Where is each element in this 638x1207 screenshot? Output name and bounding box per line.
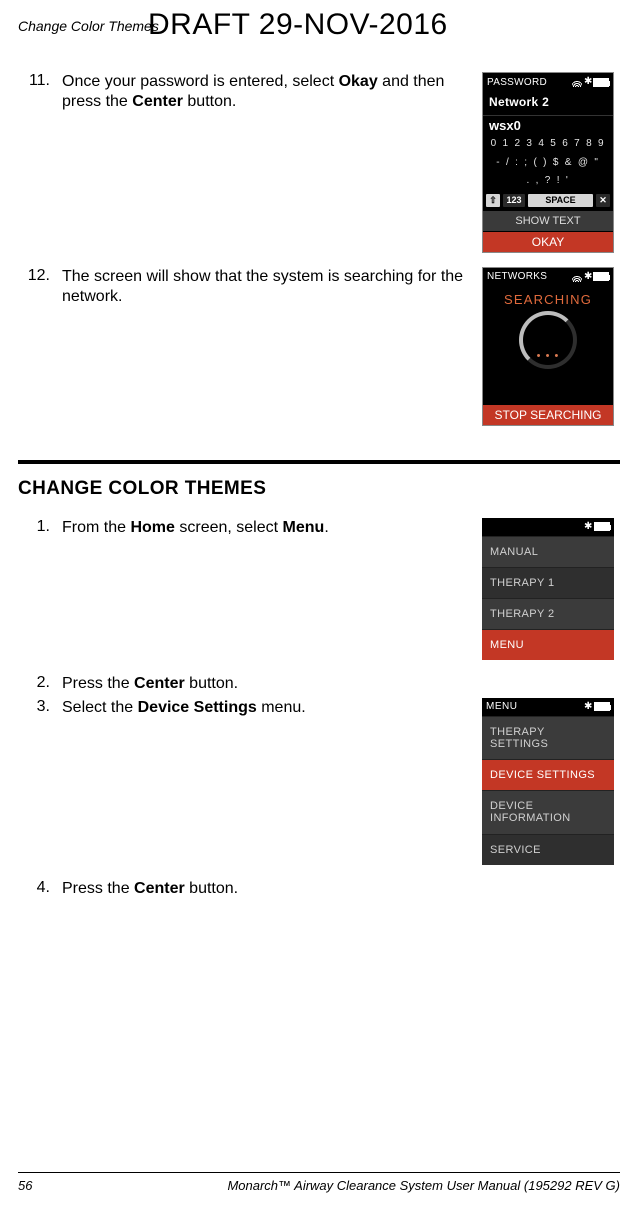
status-bar: ✱	[482, 518, 614, 536]
network-label: Network 2	[483, 91, 613, 115]
battery-icon	[593, 272, 609, 281]
t: Center	[134, 880, 185, 897]
menu-item-device-information: DEVICE INFORMATION	[482, 790, 614, 834]
t: Center	[132, 93, 183, 110]
bluetooth-icon: ✱	[584, 77, 591, 87]
menu-item-therapy-1: THERAPY 1	[482, 567, 614, 598]
key-row: ⇧ 123 SPACE ✕	[483, 191, 613, 211]
okay-button: OKAY	[483, 231, 613, 252]
page-header: Change Color Themes DRAFT 29-NOV-2016	[18, 12, 620, 44]
t: button.	[185, 675, 238, 692]
searching-panel: SEARCHING • • •	[483, 286, 613, 404]
step-2: 2. Press the Center button.	[18, 674, 620, 694]
device-screenshot-password: PASSWORD ✱ Network 2 wsx0 0 1 2 3 4 5 6 …	[482, 72, 614, 253]
step-1: 1. From the Home screen, select Menu. ✱ …	[18, 518, 620, 660]
t: Home	[130, 519, 174, 536]
step-12: 12. The screen will show that the system…	[18, 267, 620, 426]
doc-title: Monarch™ Airway Clearance System User Ma…	[227, 1178, 620, 1193]
section-title: CHANGE COLOR THEMES	[18, 478, 620, 500]
shift-key: ⇧	[486, 194, 500, 207]
menu-item-menu: MENU	[482, 629, 614, 660]
t: Once your password is entered, select	[62, 73, 339, 90]
battery-icon	[594, 702, 610, 711]
t: button.	[183, 93, 236, 110]
page-footer: 56 Monarch™ Airway Clearance System User…	[18, 1172, 620, 1193]
stop-searching-button: STOP SEARCHING	[483, 404, 613, 425]
wifi-icon	[572, 77, 582, 87]
menu-item-service: SERVICE	[482, 834, 614, 865]
device-screenshot-menu: MENU ✱ THERAPY SETTINGS DEVICE SETTINGS …	[482, 698, 614, 865]
menu-item-therapy-settings: THERAPY SETTINGS	[482, 716, 614, 759]
screen-title: MENU	[486, 701, 517, 712]
bluetooth-icon: ✱	[584, 272, 591, 282]
step-text: Press the Center button.	[62, 674, 482, 694]
step-number: 2.	[18, 674, 62, 692]
t: Select the	[62, 699, 138, 716]
draft-watermark: DRAFT 29-NOV-2016	[148, 8, 448, 42]
t: Okay	[339, 73, 378, 90]
t: From the	[62, 519, 130, 536]
screen-title: PASSWORD	[487, 77, 547, 88]
step-number: 11.	[18, 72, 62, 90]
char-row-1: 0 1 2 3 4 5 6 7 8 9	[483, 135, 613, 154]
step-number: 1.	[18, 518, 62, 536]
bluetooth-icon: ✱	[584, 522, 591, 532]
menu-item-therapy-2: THERAPY 2	[482, 598, 614, 629]
t: Device Settings	[138, 699, 257, 716]
status-bar: MENU ✱	[482, 698, 614, 716]
char-row-2: - / : ; ( ) $ & @ "	[483, 154, 613, 173]
battery-icon	[594, 522, 610, 531]
status-bar: NETWORKS ✱	[483, 268, 613, 286]
step-number: 12.	[18, 267, 62, 285]
password-field: wsx0	[483, 115, 613, 135]
step-text: Press the Center button.	[62, 879, 482, 899]
t: menu.	[257, 699, 306, 716]
t: The screen will show that the system is …	[62, 268, 463, 305]
step-text: Once your password is entered, select Ok…	[62, 72, 482, 112]
t: Menu	[283, 519, 325, 536]
device-screenshot-home: ✱ MANUAL THERAPY 1 THERAPY 2 MENU	[482, 518, 614, 660]
wifi-icon	[572, 272, 582, 282]
screen-title: NETWORKS	[487, 271, 547, 282]
char-row-3: . , ? ! '	[483, 172, 613, 191]
menu-item-manual: MANUAL	[482, 536, 614, 567]
page-number: 56	[18, 1178, 32, 1193]
bluetooth-icon: ✱	[584, 702, 591, 712]
space-key: SPACE	[528, 194, 593, 207]
step-number: 4.	[18, 879, 62, 897]
t: Press the	[62, 675, 134, 692]
dots: • • •	[537, 350, 560, 362]
numeric-key: 123	[503, 194, 525, 207]
step-text: From the Home screen, select Menu.	[62, 518, 482, 538]
step-4: 4. Press the Center button.	[18, 879, 620, 899]
t: screen, select	[175, 519, 283, 536]
status-bar: PASSWORD ✱	[483, 73, 613, 91]
menu-item-device-settings: DEVICE SETTINGS	[482, 759, 614, 790]
breadcrumb: Change Color Themes	[18, 18, 159, 34]
searching-label: SEARCHING	[483, 286, 613, 307]
device-screenshot-searching: NETWORKS ✱ SEARCHING • • • STOP SEARCHIN…	[482, 267, 614, 426]
t: button.	[185, 880, 238, 897]
t: .	[324, 519, 328, 536]
step-text: Select the Device Settings menu.	[62, 698, 482, 718]
step-3: 3. Select the Device Settings menu. MENU…	[18, 698, 620, 865]
show-text-button: SHOW TEXT	[483, 211, 613, 231]
step-number: 3.	[18, 698, 62, 716]
battery-icon	[593, 78, 609, 87]
section-divider	[18, 460, 620, 464]
t: Center	[134, 675, 185, 692]
step-11: 11. Once your password is entered, selec…	[18, 72, 620, 253]
t: Press the	[62, 880, 134, 897]
close-key: ✕	[596, 194, 610, 207]
step-text: The screen will show that the system is …	[62, 267, 482, 307]
